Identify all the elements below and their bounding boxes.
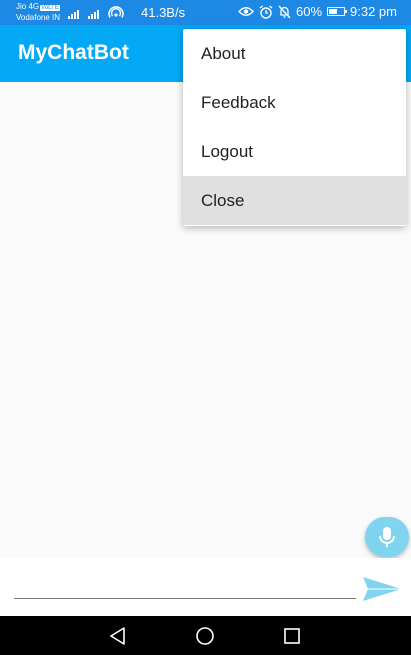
carrier-line1: Jio 4G xyxy=(16,2,40,11)
notifications-off-icon xyxy=(278,5,291,18)
signal-strength-icon xyxy=(68,10,79,19)
app-title: MyChatBot xyxy=(18,41,129,64)
back-triangle-icon[interactable] xyxy=(107,625,129,647)
carrier-info: Jio 4G VoLTE Vodafone IN xyxy=(16,2,60,22)
status-bar: Jio 4G VoLTE Vodafone IN 41.3B/s 60% 9:3… xyxy=(0,0,411,25)
microphone-icon xyxy=(379,527,395,547)
menu-item-feedback[interactable]: Feedback xyxy=(183,78,406,127)
system-nav-bar xyxy=(0,616,411,655)
battery-percent: 60% xyxy=(295,4,323,19)
alarm-icon xyxy=(259,4,273,19)
message-input[interactable] xyxy=(14,578,356,599)
menu-item-about[interactable]: About xyxy=(183,29,406,78)
overflow-menu: About Feedback Logout Close xyxy=(183,29,406,226)
carrier-line2: Vodafone IN xyxy=(16,13,61,22)
signal-strength-icon-2 xyxy=(88,10,99,19)
network-speed: 41.3B/s xyxy=(141,5,186,20)
send-icon[interactable] xyxy=(362,574,402,604)
status-right: 60% 9:32 pm xyxy=(238,4,397,19)
recents-square-icon[interactable] xyxy=(281,625,303,647)
home-circle-icon[interactable] xyxy=(194,625,216,647)
menu-item-logout[interactable]: Logout xyxy=(183,127,406,176)
eye-icon xyxy=(238,7,254,16)
hotspot-icon xyxy=(108,6,124,18)
menu-item-close[interactable]: Close xyxy=(183,176,406,225)
mic-button[interactable] xyxy=(365,517,409,557)
signal-icons xyxy=(68,5,124,19)
volte-badge: VoLTE xyxy=(40,5,60,11)
battery-fill xyxy=(329,9,338,14)
battery-icon xyxy=(327,7,348,16)
clock: 9:32 pm xyxy=(350,4,397,19)
